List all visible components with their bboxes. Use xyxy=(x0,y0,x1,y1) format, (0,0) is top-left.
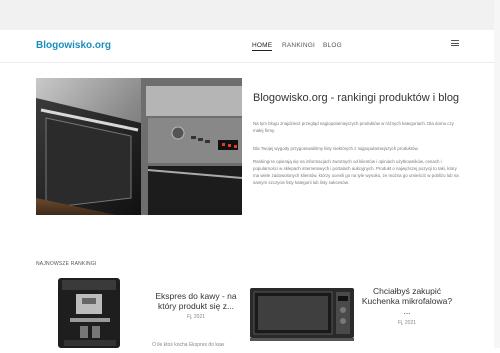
section-label: NAJNOWSZE RANKINGI xyxy=(36,261,97,267)
nav-rankingi[interactable]: RANKINGI xyxy=(282,42,315,49)
card-date-microwave: Fj, 2021 xyxy=(397,320,417,326)
card-text-coffee[interactable]: Ekspres do kawy - na który produkt się z… xyxy=(144,276,244,348)
nav-home[interactable]: HOME xyxy=(252,42,273,51)
hero-image xyxy=(36,78,242,215)
site-logo[interactable]: Blogowisko.org xyxy=(36,40,111,51)
nav-blog[interactable]: BLOG xyxy=(323,42,342,49)
scrollbar[interactable] xyxy=(494,0,500,348)
card-image-microwave[interactable] xyxy=(244,276,358,348)
hero-paragraph-1: Na tym blogu znajdziesz przegląd najpopu… xyxy=(253,121,454,133)
hero-paragraph-2: Dla Twojej wygody przygotowaliśmy listy … xyxy=(253,146,419,151)
card-title-coffee[interactable]: Ekspres do kawy - na który produkt się z… xyxy=(150,291,242,311)
card-text-microwave[interactable]: Chciałbyś zakupić Kuchenka mikrofalowa? … xyxy=(360,276,460,348)
site-header: Blogowisko.org HOME RANKINGI BLOG xyxy=(0,30,500,63)
card-title-microwave[interactable]: Chciałbyś zakupić Kuchenka mikrofalowa? … xyxy=(360,286,454,316)
hero-title: Blogowisko.org - rankingi produktów i bl… xyxy=(253,92,460,104)
card-image-coffee[interactable] xyxy=(36,276,144,348)
top-strip xyxy=(0,0,500,30)
menu-icon[interactable] xyxy=(451,39,459,48)
hero-paragraph-3: Rankingi te opierają się na informacjach… xyxy=(253,159,459,185)
card-excerpt-coffee: O ile ktoś kocha Ekspres do kaw xyxy=(152,342,225,348)
card-date-coffee: Fj, 2021 xyxy=(186,314,206,320)
